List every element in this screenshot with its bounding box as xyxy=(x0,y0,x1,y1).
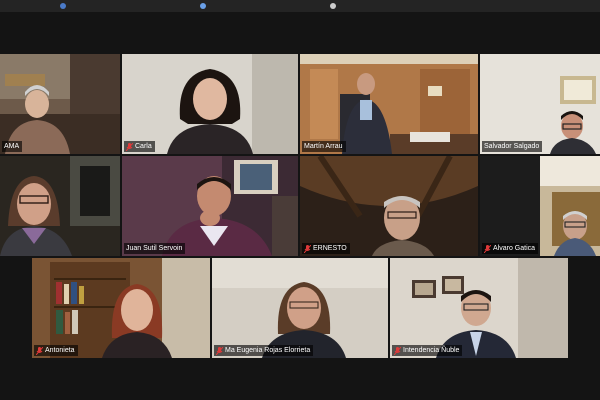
microphone-muted-icon xyxy=(126,142,133,151)
participant-name-label: Alvaro Gatica xyxy=(482,243,539,254)
participant-tile[interactable]: Antonieta xyxy=(32,258,210,358)
participant-video xyxy=(0,156,120,256)
participant-video xyxy=(0,54,120,154)
participant-tile[interactable]: Alvaro Gatica xyxy=(480,156,600,256)
participant-video xyxy=(32,258,210,358)
participant-video xyxy=(300,156,478,256)
participant-tile[interactable]: Ma Eugenia Rojas Elorrieta xyxy=(212,258,388,358)
participant-tile[interactable]: Carla xyxy=(122,54,298,154)
participant-tile[interactable]: Juan Sutil Servoin xyxy=(122,156,298,256)
participant-name-label: Martín Arrau xyxy=(302,141,346,152)
microphone-muted-icon xyxy=(216,346,223,355)
participant-video xyxy=(122,156,298,256)
window-status-icon xyxy=(330,3,336,9)
participant-name-label: Intendencia Ñuble xyxy=(392,345,463,356)
participant-video xyxy=(480,54,600,154)
participant-video xyxy=(480,156,600,256)
participant-name-label: Carla xyxy=(124,141,155,152)
participant-tile-active-speaker[interactable] xyxy=(0,156,120,256)
participant-tile[interactable]: Intendencia Ñuble xyxy=(390,258,568,358)
participant-video xyxy=(212,258,388,358)
participant-tile[interactable]: Salvador Salgado xyxy=(480,54,600,154)
participant-name-label: ERNESTO xyxy=(302,243,350,254)
participant-video xyxy=(122,54,298,154)
window-status-icon xyxy=(60,3,66,9)
participant-tile[interactable]: Martín Arrau xyxy=(300,54,478,154)
participant-video xyxy=(300,54,478,154)
participant-name-label: Ma Eugenia Rojas Elorrieta xyxy=(214,345,314,356)
participant-name-label: AMA xyxy=(2,141,23,152)
participant-tile[interactable]: ERNESTO xyxy=(300,156,478,256)
microphone-muted-icon xyxy=(484,244,491,253)
participant-name-label: Salvador Salgado xyxy=(482,141,543,152)
participant-video xyxy=(390,258,568,358)
participant-tile[interactable]: AMA xyxy=(0,54,120,154)
microphone-muted-icon xyxy=(394,346,401,355)
microphone-muted-icon xyxy=(304,244,311,253)
microphone-muted-icon xyxy=(36,346,43,355)
window-status-icon xyxy=(200,3,206,9)
window-top-bar xyxy=(0,0,600,12)
participant-name-label: Antonieta xyxy=(34,345,78,356)
participant-name-label: Juan Sutil Servoin xyxy=(124,243,186,254)
